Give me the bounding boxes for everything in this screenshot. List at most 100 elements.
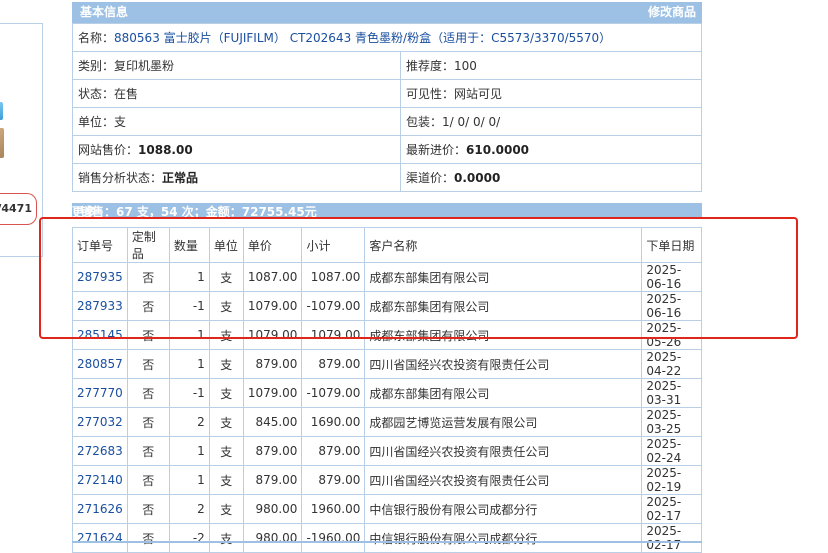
table-row: 277032 否 2 支 845.00 1690.00 成都园艺博览运营发展有限公司 2025… (72, 407, 702, 437)
date-cell: 2025-06-16 (641, 291, 702, 321)
order-id-cell: 280857 (72, 349, 128, 379)
order-id-link[interactable]: 280857 (77, 357, 123, 371)
customer-cell: 成都东部集团有限公司 (364, 262, 643, 292)
channel-price-label: 渠道价： (406, 171, 455, 185)
order-id-link[interactable]: 272140 (77, 473, 123, 487)
product-thumbnail-box[interactable] (0, 128, 4, 158)
unit-cell: 支 (208, 378, 244, 408)
order-id-link[interactable]: 271626 (77, 502, 123, 516)
order-id-link[interactable]: 287933 (77, 299, 123, 313)
unit-cell: 支 (208, 407, 244, 437)
col-custom: 定制品 (126, 227, 170, 263)
visibility-label: 可见性： (406, 87, 455, 101)
customer-cell: 四川省国经兴农投资有限责任公司 (364, 349, 643, 379)
order-id-link[interactable]: 285145 (77, 328, 123, 342)
date-cell: 2025-02-24 (641, 436, 702, 466)
table-row: 271626 否 2 支 980.00 1960.00 中信银行股份有限公司成都分行 2025… (72, 494, 702, 524)
unit-cell: 支 (208, 523, 244, 553)
date-cell: 2025-05-26 (641, 320, 702, 350)
col-order-id: 订单号 (72, 227, 128, 263)
table-row: 272140 否 1 支 879.00 879.00 四川省国经兴农投资有限责任公司 2025… (72, 465, 702, 495)
package-value: 1/ 0/ 0/ 0/ (442, 115, 501, 129)
price-cell: 980.00 (242, 494, 303, 524)
date-cell: 2025-03-25 (641, 407, 702, 437)
price-cell: 879.00 (242, 349, 303, 379)
subtotal-cell: 879.00 (301, 465, 366, 495)
recommend-cell: 推荐度：100 (400, 51, 702, 80)
date-cell: 2025-03-31 (641, 378, 702, 408)
visibility-value: 网站可见 (454, 87, 503, 101)
col-subtotal: 小计 (301, 227, 366, 263)
left-badge: /4471 (0, 193, 37, 225)
col-date: 下单日期 (641, 227, 702, 263)
custom-cell: 否 (126, 407, 170, 437)
unit-label: 单位： (78, 115, 115, 129)
product-name-value[interactable]: 880563 富士胶片（FUJIFILM） CT202643 青色墨粉/粉盒（适… (114, 31, 611, 45)
order-id-link[interactable]: 277032 (77, 415, 123, 429)
status-label: 状态： (78, 87, 115, 101)
customer-cell: 成都东部集团有限公司 (364, 291, 643, 321)
table-row: 272683 否 1 支 879.00 879.00 四川省国经兴农投资有限责任公司 2025… (72, 436, 702, 466)
price-cell: 879.00 (242, 436, 303, 466)
qty-cell: -1 (168, 378, 210, 408)
order-id-cell: 272683 (72, 436, 128, 466)
date-cell: 2025-02-19 (641, 465, 702, 495)
price-cell: 845.00 (242, 407, 303, 437)
custom-cell: 否 (126, 523, 170, 553)
qty-cell: 2 (168, 407, 210, 437)
orders-table: 订单号 定制品 数量 单位 单价 小计 客户名称 下单日期 287935 否 1 支 1… (72, 227, 702, 553)
date-cell: 2025-02-17 (641, 494, 702, 524)
customer-cell: 四川省国经兴农投资有限责任公司 (364, 436, 643, 466)
date-cell: 2025-06-16 (641, 262, 702, 292)
table-row: 271624 否 -2 支 980.00 -1960.00 中信银行股份有限公司成都分行 20… (72, 523, 702, 553)
orders-header-row: 订单号 定制品 数量 单位 单价 小计 客户名称 下单日期 (72, 227, 702, 263)
subtotal-cell: -1960.00 (301, 523, 366, 553)
subtotal-cell: 1960.00 (301, 494, 366, 524)
custom-cell: 否 (126, 320, 170, 350)
order-id-cell: 272140 (72, 465, 128, 495)
table-row: 287933 否 -1 支 1079.00 -1079.00 成都东部集团有限公司 2025-… (72, 291, 702, 321)
custom-cell: 否 (126, 465, 170, 495)
latest-cost-value: 610.0000 (466, 143, 530, 157)
qty-cell: 1 (168, 349, 210, 379)
order-id-link[interactable]: 287935 (77, 270, 123, 284)
qty-cell: 1 (168, 320, 210, 350)
package-cell: 包装：1/ 0/ 0/ 0/ (400, 107, 702, 136)
channel-price-value: 0.0000 (454, 171, 501, 185)
order-id-link[interactable]: 272683 (77, 444, 123, 458)
product-thumbnail-blue[interactable] (0, 102, 3, 120)
status-cell: 状态：在售 (72, 79, 401, 108)
table-row: 280857 否 1 支 879.00 879.00 四川省国经兴农投资有限责任公司 2025… (72, 349, 702, 379)
date-cell: 2025-04-22 (641, 349, 702, 379)
col-unit: 单位 (208, 227, 244, 263)
custom-cell: 否 (126, 349, 170, 379)
col-price: 单价 (242, 227, 303, 263)
web-price-label: 网站售价： (78, 143, 139, 157)
category-value: 复印机墨粉 (114, 59, 175, 73)
price-cell: 1079.00 (242, 320, 303, 350)
col-customer: 客户名称 (364, 227, 643, 263)
latest-cost-label: 最新进价： (406, 143, 467, 157)
table-row: 285145 否 1 支 1079.00 1079.00 成都东部集团有限公司 2025-05… (72, 320, 702, 350)
subtotal-cell: -1079.00 (301, 378, 366, 408)
channel-price-cell: 渠道价：0.0000 (400, 163, 702, 192)
price-cell: 879.00 (242, 465, 303, 495)
sales-summary-header: 销售：67 支，54 次；金额：72755.45元 更多 (72, 203, 702, 217)
edit-product-link[interactable]: 修改商品 (648, 2, 696, 23)
custom-cell: 否 (126, 291, 170, 321)
product-name-label: 名称： (78, 31, 115, 45)
price-cell: 1087.00 (242, 262, 303, 292)
order-id-cell: 287933 (72, 291, 128, 321)
col-qty: 数量 (168, 227, 210, 263)
custom-cell: 否 (126, 494, 170, 524)
unit-cell: 支 (208, 262, 244, 292)
order-id-cell: 285145 (72, 320, 128, 350)
order-id-cell: 277032 (72, 407, 128, 437)
order-id-link[interactable]: 277770 (77, 386, 123, 400)
web-price-value: 1088.00 (138, 143, 193, 157)
qty-cell: 1 (168, 436, 210, 466)
customer-cell: 四川省国经兴农投资有限责任公司 (364, 465, 643, 495)
web-price-cell: 网站售价：1088.00 (72, 135, 401, 164)
subtotal-cell: 1087.00 (301, 262, 366, 292)
customer-cell: 中信银行股份有限公司成都分行 (364, 494, 643, 524)
